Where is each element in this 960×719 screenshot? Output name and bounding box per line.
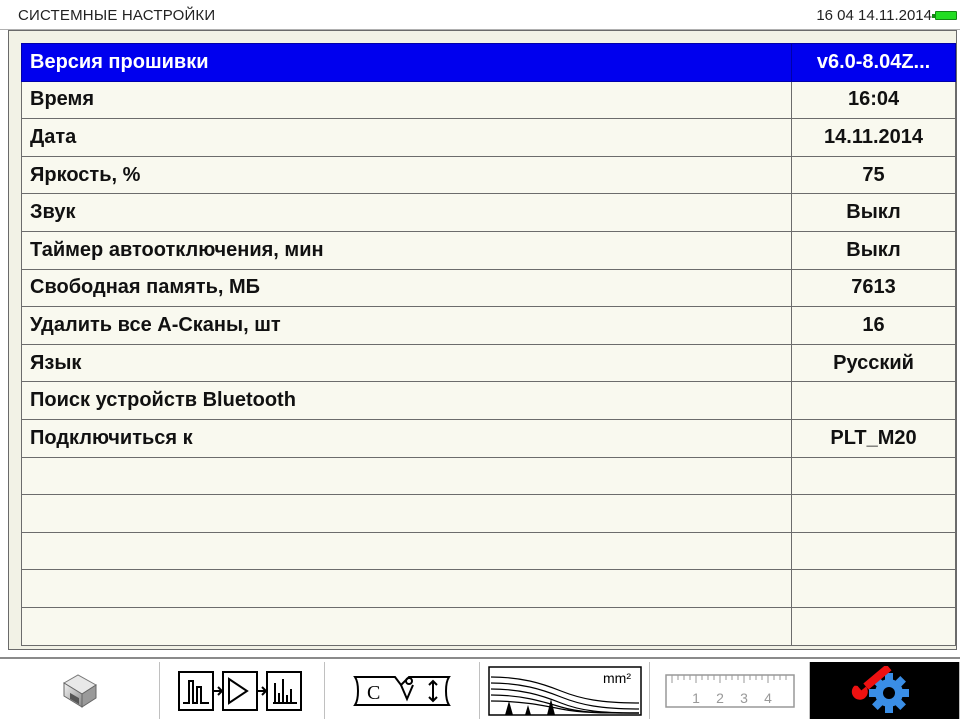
setting-value[interactable]: Выкл — [791, 193, 956, 232]
datetime-display: 16 04 14.11.2014 — [816, 7, 932, 24]
settings-row[interactable]: Версия прошивки v6.0-8.04Z... — [20, 43, 956, 82]
area-mm2-icon: mm² — [487, 666, 642, 716]
settings-row[interactable]: Подключиться к PLT_M20 — [20, 418, 956, 458]
setting-name: Свободная память, МБ — [20, 268, 793, 308]
setting-name: Язык — [20, 343, 793, 383]
tab-ruler[interactable]: 1 2 3 4 — [650, 662, 810, 719]
setting-value[interactable]: 75 — [791, 155, 956, 195]
empty-cell — [20, 494, 793, 533]
battery-icon — [932, 11, 957, 20]
ruler-icon: 1 2 3 4 — [664, 674, 795, 708]
weld-probe-icon: C — [353, 676, 451, 706]
bottom-toolbar: C mm² 1 2 3 4 — [0, 657, 960, 719]
settings-row[interactable]: Звук Выкл — [20, 193, 956, 232]
setting-value[interactable]: 7613 — [791, 268, 956, 308]
settings-row[interactable]: Таймер автоотключения, мин Выкл — [20, 230, 956, 270]
setting-value[interactable]: 16:04 — [791, 80, 956, 120]
settings-row[interactable]: Язык Русский — [20, 343, 956, 383]
tab-signal-chain[interactable] — [160, 662, 325, 719]
svg-text:mm²: mm² — [603, 670, 631, 686]
settings-row[interactable]: Яркость, % 75 — [20, 155, 956, 195]
setting-name: Таймер автоотключения, мин — [20, 230, 793, 270]
tab-weld-probe[interactable]: C — [325, 662, 480, 719]
svg-text:4: 4 — [764, 690, 772, 706]
settings-row[interactable]: Время 16:04 — [20, 80, 956, 120]
setting-name: Дата — [20, 118, 793, 157]
setting-name: Яркость, % — [20, 155, 793, 195]
setting-name: Поиск устройств Bluetooth — [20, 381, 793, 420]
empty-cell — [791, 531, 956, 571]
svg-text:C: C — [367, 682, 380, 704]
setting-value[interactable]: 16 — [791, 306, 956, 345]
empty-cell — [20, 531, 793, 571]
setting-value[interactable]: PLT_M20 — [791, 418, 956, 458]
settings-gear-icon — [851, 666, 909, 713]
setting-name: Удалить все А-Сканы, шт — [20, 306, 793, 345]
setting-value[interactable]: Русский — [791, 343, 956, 383]
status-bar: СИСТЕМНЫЕ НАСТРОЙКИ 16 04 14.11.2014 — [0, 0, 960, 30]
setting-value[interactable]: 14.11.2014 — [791, 118, 956, 157]
setting-value[interactable] — [791, 381, 956, 420]
signal-chain-icon — [178, 671, 302, 711]
device-icon — [62, 674, 97, 708]
empty-cell — [20, 456, 793, 496]
setting-name: Звук — [20, 193, 793, 232]
settings-table: Версия прошивки v6.0-8.04Z... Время 16:04 Да… — [20, 43, 956, 646]
empty-cell — [791, 569, 956, 608]
tab-device[interactable] — [0, 662, 160, 719]
empty-cell — [791, 456, 956, 496]
empty-cell — [791, 606, 956, 646]
svg-text:3: 3 — [740, 690, 748, 706]
empty-cell — [20, 569, 793, 608]
settings-row[interactable]: Свободная память, МБ 7613 — [20, 268, 956, 308]
setting-name: Версия прошивки — [20, 43, 793, 82]
empty-cell — [791, 494, 956, 533]
setting-name: Подключиться к — [20, 418, 793, 458]
empty-row — [20, 606, 956, 646]
tab-area-mm2[interactable]: mm² — [480, 662, 650, 719]
empty-row — [20, 494, 956, 533]
empty-row — [20, 456, 956, 496]
tab-settings[interactable] — [810, 662, 960, 719]
setting-value[interactable]: Выкл — [791, 230, 956, 270]
svg-text:1: 1 — [692, 690, 700, 706]
svg-text:2: 2 — [716, 690, 724, 706]
empty-row — [20, 569, 956, 608]
settings-row[interactable]: Удалить все А-Сканы, шт 16 — [20, 306, 956, 345]
settings-row[interactable]: Дата 14.11.2014 — [20, 118, 956, 157]
setting-value[interactable]: v6.0-8.04Z... — [791, 43, 956, 82]
settings-row[interactable]: Поиск устройств Bluetooth — [20, 381, 956, 420]
page-title: СИСТЕМНЫЕ НАСТРОЙКИ — [18, 7, 216, 24]
setting-name: Время — [20, 80, 793, 120]
settings-panel: Версия прошивки v6.0-8.04Z... Время 16:04 Да… — [8, 30, 957, 650]
empty-cell — [20, 606, 793, 646]
empty-row — [20, 531, 956, 571]
